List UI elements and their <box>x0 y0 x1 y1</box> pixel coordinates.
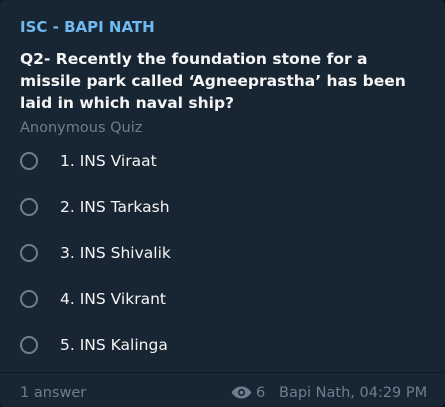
radio-circle-icon[interactable] <box>20 244 38 262</box>
option-label: 1. INS Viraat <box>60 152 157 170</box>
quiz-type-label: Anonymous Quiz <box>20 120 143 136</box>
message-author-time: Bapi Nath, 04:29 PM <box>279 385 428 401</box>
option-label: 2. INS Tarkash <box>60 198 170 216</box>
radio-circle-icon[interactable] <box>20 152 38 170</box>
radio-circle-icon[interactable] <box>20 336 38 354</box>
quiz-option-5[interactable]: 5. INS Kalinga <box>18 330 418 364</box>
option-label: 3. INS Shivalik <box>60 244 171 262</box>
footer-divider <box>0 372 445 373</box>
quiz-question: Q2- Recently the foundation stone for a … <box>20 50 406 112</box>
view-count: 6 <box>256 385 266 401</box>
eye-icon <box>231 386 252 399</box>
quiz-option-1[interactable]: 1. INS Viraat <box>18 146 418 180</box>
sender-name[interactable]: ISC - BAPI NATH <box>20 17 155 37</box>
radio-circle-icon[interactable] <box>20 290 38 308</box>
option-label: 5. INS Kalinga <box>60 336 168 354</box>
answer-count[interactable]: 1 answer <box>20 384 86 402</box>
radio-circle-icon[interactable] <box>20 198 38 216</box>
option-label: 4. INS Vikrant <box>60 290 166 308</box>
quiz-message-bubble: ISC - BAPI NATH Q2- Recently the foundat… <box>0 0 445 407</box>
quiz-option-4[interactable]: 4. INS Vikrant <box>18 284 418 318</box>
quiz-option-3[interactable]: 3. INS Shivalik <box>18 238 418 272</box>
quiz-option-2[interactable]: 2. INS Tarkash <box>18 192 418 226</box>
